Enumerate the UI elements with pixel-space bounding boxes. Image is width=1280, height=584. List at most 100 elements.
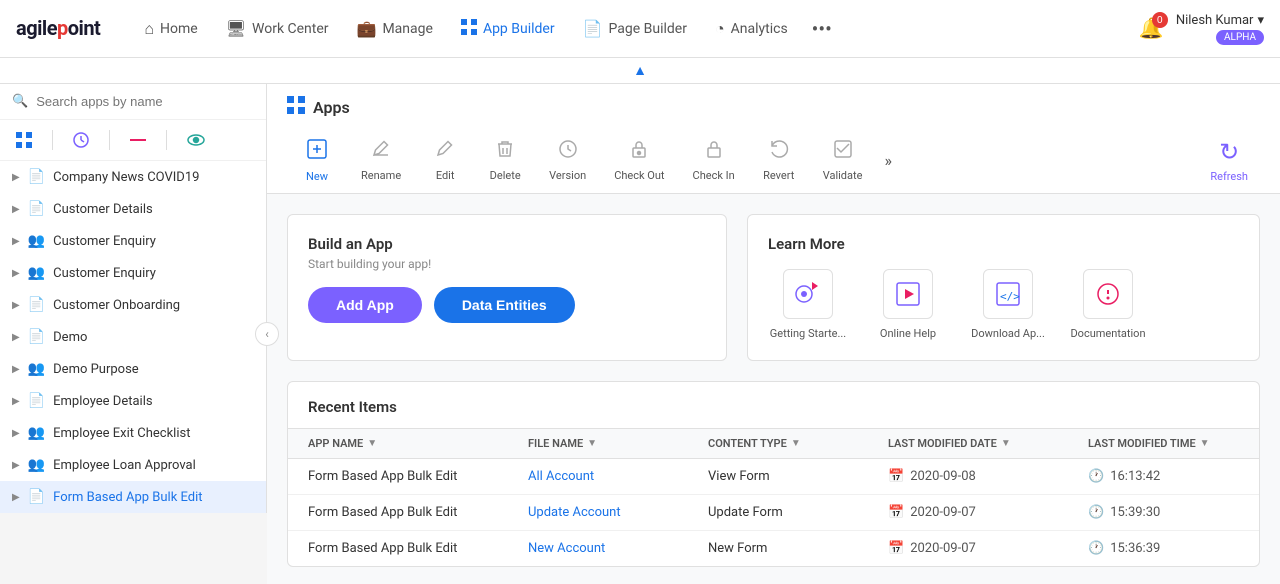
- sidebar-item-demo[interactable]: ▶ 📄 Demo: [0, 321, 266, 353]
- download-app-icon: </>: [983, 269, 1033, 319]
- th-file-name[interactable]: FILE NAME ▼: [528, 437, 708, 450]
- nav-more-button[interactable]: •••: [804, 13, 840, 45]
- logo: agilepoint: [16, 16, 100, 41]
- search-input[interactable]: [36, 94, 254, 109]
- sidebar-item-customer-enquiry-2[interactable]: ▶ 👥 Customer Enquiry: [0, 257, 266, 289]
- cell-content-type: New Form: [708, 541, 888, 556]
- cell-file-name[interactable]: All Account: [528, 469, 708, 484]
- toolbar-version-label: Version: [549, 169, 586, 182]
- cell-file-name[interactable]: New Account: [528, 541, 708, 556]
- cell-file-name[interactable]: Update Account: [528, 505, 708, 520]
- toolbar-more-button[interactable]: »: [876, 145, 900, 176]
- content-area: Apps New Rename: [267, 84, 1280, 584]
- filter-eye-button[interactable]: [183, 130, 209, 150]
- group-icon: 👥: [28, 457, 45, 473]
- sidebar-item-employee-details[interactable]: ▶ 📄 Employee Details: [0, 385, 266, 417]
- sidebar-item-employee-loan[interactable]: ▶ 👥 Employee Loan Approval: [0, 449, 266, 481]
- nav-manage-label: Manage: [382, 21, 432, 37]
- toolbar-new-label: New: [306, 170, 328, 183]
- filter-grid-button[interactable]: [12, 128, 36, 152]
- sidebar-item-employee-exit[interactable]: ▶ 👥 Employee Exit Checklist: [0, 417, 266, 449]
- nav-workcenter[interactable]: 🖥 Work Center: [214, 13, 341, 44]
- toolbar-refresh-button[interactable]: ↻ Refresh: [1198, 132, 1260, 189]
- toolbar-version-button[interactable]: Version: [535, 132, 600, 188]
- user-menu[interactable]: Nilesh Kumar ▾ ALPHA: [1176, 13, 1264, 45]
- apps-title-text: Apps: [313, 98, 350, 117]
- collapse-bar[interactable]: ▲: [0, 58, 1280, 84]
- learn-more-panel: Learn More Getting Starte...: [747, 214, 1260, 361]
- collapse-chevron-icon: ▲: [633, 62, 647, 79]
- refresh-icon: ↻: [1219, 138, 1239, 166]
- checkout-icon: [628, 138, 650, 165]
- table-row: Form Based App Bulk Edit All Account Vie…: [288, 459, 1259, 495]
- add-app-button[interactable]: Add App: [308, 287, 422, 323]
- toolbar-refresh-label: Refresh: [1210, 170, 1248, 183]
- cell-date: 📅 2020-09-07: [888, 505, 1088, 520]
- arrow-icon: ▶: [12, 332, 20, 343]
- doc-icon: 📄: [28, 169, 45, 185]
- cell-app-name: Form Based App Bulk Edit: [308, 541, 528, 556]
- th-app-name[interactable]: APP NAME ▼: [308, 437, 528, 450]
- cell-time: 🕐 16:13:42: [1088, 469, 1268, 484]
- data-entities-button[interactable]: Data Entities: [434, 287, 575, 323]
- clock-icon: 🕐: [1088, 505, 1104, 520]
- toolbar-checkout-button[interactable]: Check Out: [600, 132, 678, 188]
- sidebar-item-form-bulk-edit[interactable]: ▶ 📄 Form Based App Bulk Edit: [0, 481, 266, 513]
- sidebar-wrapper: 🔍: [0, 84, 267, 584]
- version-icon: [557, 138, 579, 165]
- sidebar-item-customer-enquiry-1[interactable]: ▶ 👥 Customer Enquiry: [0, 225, 266, 257]
- sidebar-label: Employee Exit Checklist: [53, 426, 190, 441]
- sidebar-item-company-news[interactable]: ▶ 📄 Company News COVID19: [0, 161, 266, 193]
- table-row: Form Based App Bulk Edit New Account New…: [288, 531, 1259, 566]
- nav-appbuilder[interactable]: App Builder: [449, 13, 567, 45]
- apps-grid-icon: [287, 96, 305, 119]
- arrow-icon: ▶: [12, 460, 20, 471]
- doc-icon: 📄: [28, 393, 45, 409]
- sidebar-item-customer-onboarding[interactable]: ▶ 📄 Customer Onboarding: [0, 289, 266, 321]
- nav-pagebuilder-label: Page Builder: [609, 21, 687, 37]
- toolbar-edit-button[interactable]: Edit: [415, 132, 475, 188]
- sidebar-item-demo-purpose[interactable]: ▶ 👥 Demo Purpose: [0, 353, 266, 385]
- filter-clock-button[interactable]: [69, 128, 93, 152]
- toolbar-delete-button[interactable]: Delete: [475, 132, 535, 188]
- group-icon: 👥: [28, 265, 45, 281]
- learn-item-getting-started[interactable]: Getting Starte...: [768, 269, 848, 340]
- analytics-icon: ◔: [715, 19, 725, 39]
- briefcase-icon: 💼: [357, 19, 377, 38]
- learn-download-label: Download Ap...: [971, 327, 1045, 340]
- toolbar-rename-label: Rename: [361, 169, 401, 182]
- learn-item-documentation[interactable]: Documentation: [1068, 269, 1148, 340]
- notification-button[interactable]: 🔔 0: [1139, 16, 1164, 41]
- sidebar-item-customer-details[interactable]: ▶ 📄 Customer Details: [0, 193, 266, 225]
- toolbar-rename-button[interactable]: Rename: [347, 132, 415, 188]
- nav-workcenter-label: Work Center: [252, 21, 329, 37]
- learn-item-download[interactable]: </> Download Ap...: [968, 269, 1048, 340]
- search-icon: 🔍: [12, 94, 28, 109]
- th-last-modified-time[interactable]: LAST MODIFIED TIME ▼: [1088, 437, 1268, 450]
- filter-minus-button[interactable]: [126, 131, 150, 149]
- cell-time: 🕐 15:36:39: [1088, 541, 1268, 556]
- nav-manage[interactable]: 💼 Manage: [345, 13, 445, 44]
- pagebuilder-icon: 📄: [583, 19, 603, 38]
- toolbar-new-button[interactable]: New: [287, 131, 347, 189]
- appbuilder-icon: [461, 19, 477, 39]
- online-help-icon: [883, 269, 933, 319]
- build-panel-subtitle: Start building your app!: [308, 257, 706, 271]
- sidebar-label: Employee Details: [53, 394, 152, 409]
- revert-icon: [768, 138, 790, 165]
- learn-item-online-help[interactable]: Online Help: [868, 269, 948, 340]
- toolbar-edit-label: Edit: [436, 169, 455, 182]
- nav-home[interactable]: ⌂ Home: [132, 13, 209, 45]
- nav-pagebuilder[interactable]: 📄 Page Builder: [571, 13, 699, 44]
- arrow-icon: ▶: [12, 492, 20, 503]
- th-last-modified-date[interactable]: LAST MODIFIED DATE ▼: [888, 437, 1088, 450]
- th-content-type[interactable]: CONTENT TYPE ▼: [708, 437, 888, 450]
- toolbar-revert-button[interactable]: Revert: [749, 132, 809, 188]
- learn-items: Getting Starte... Online Help </>: [768, 269, 1239, 340]
- nav-analytics[interactable]: ◔ Analytics: [703, 13, 800, 45]
- sidebar-collapse-button[interactable]: ‹: [255, 322, 279, 346]
- arrow-icon: ▶: [12, 300, 20, 311]
- toolbar-delete-label: Delete: [490, 169, 521, 182]
- toolbar-checkin-button[interactable]: Check In: [679, 132, 749, 188]
- toolbar-validate-button[interactable]: Validate: [809, 132, 877, 188]
